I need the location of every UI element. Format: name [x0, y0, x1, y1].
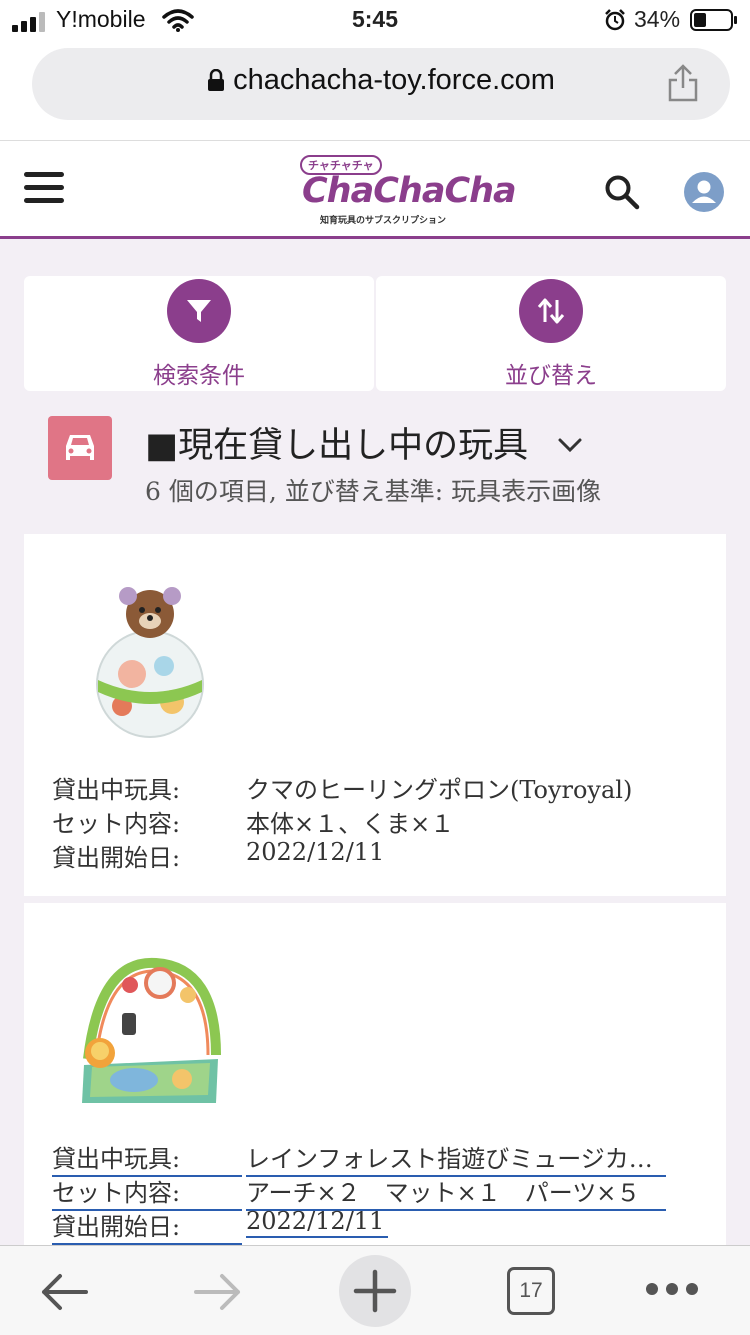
- set-contents-value: 本体×１、くま×１: [246, 810, 455, 838]
- plus-icon: [353, 1269, 397, 1313]
- list-item[interactable]: 貸出中玩具: クマのヒーリングポロン(Toyroyal) セット内容: 本体×１…: [24, 534, 726, 896]
- site-header: チャチャチャ ChaChaCha 知育玩具のサブスクリプション: [0, 141, 750, 239]
- field-set-row: セット内容: 本体×１、くま×１: [52, 804, 692, 838]
- tabs-button[interactable]: 17: [507, 1267, 555, 1315]
- search-icon[interactable]: [604, 174, 640, 210]
- forward-arrow-icon[interactable]: [192, 1272, 244, 1312]
- back-arrow-icon[interactable]: [38, 1272, 90, 1312]
- browser-url-bar: chachacha-toy.force.com: [0, 44, 750, 141]
- start-date-value: 2022/12/11: [246, 838, 385, 866]
- filter-icon: [187, 300, 211, 322]
- filter-button[interactable]: 検索条件: [24, 276, 374, 391]
- address-field[interactable]: chachacha-toy.force.com: [32, 48, 730, 120]
- field-label-set: セット内容:: [52, 810, 181, 838]
- status-bar: Y!mobile 5:45 34%: [0, 0, 750, 44]
- field-toy-row: 貸出中玩具: レインフォレスト指遊びミュージカ…: [52, 1139, 692, 1177]
- tab-count: 17: [519, 1279, 543, 1302]
- field-toy-row: 貸出中玩具: クマのヒーリングポロン(Toyroyal): [52, 770, 692, 804]
- sort-circle: [519, 279, 583, 343]
- site-logo[interactable]: チャチャチャ ChaChaCha 知育玩具のサブスクリプション: [300, 155, 517, 227]
- toy-name-value[interactable]: レインフォレスト指遊びミュージカ…: [246, 1139, 666, 1177]
- menu-icon[interactable]: [24, 172, 64, 204]
- main-content: 検索条件 並び替え ■現在貸し出し中の玩具 6 個の項目, 並び替え基準: 玩具…: [0, 239, 750, 1245]
- field-start-row: 貸出開始日: 2022/12/11: [52, 838, 692, 872]
- list-title-text: ■現在貸し出し中の玩具: [145, 426, 529, 466]
- field-label-toy: 貸出中玩具:: [52, 776, 181, 804]
- new-tab-button[interactable]: [339, 1255, 411, 1327]
- battery-percent: 34%: [634, 6, 681, 32]
- field-label-start[interactable]: 貸出開始日:: [52, 1207, 242, 1245]
- user-avatar-icon[interactable]: [684, 172, 724, 212]
- sort-label: 並び替え: [505, 363, 597, 389]
- field-label-toy[interactable]: 貸出中玩具:: [52, 1139, 242, 1177]
- filter-label: 検索条件: [153, 363, 245, 389]
- set-contents-value[interactable]: アーチ×２ マット×１ パーツ×５: [246, 1173, 666, 1211]
- url-text[interactable]: chachacha-toy.force.com: [32, 64, 730, 97]
- toy-name-value: クマのヒーリングポロン(Toyroyal): [246, 776, 633, 804]
- share-icon[interactable]: [666, 64, 700, 102]
- logo-subtitle: 知育玩具のサブスクリプション: [320, 216, 447, 226]
- toy-image-play-gym[interactable]: [78, 955, 224, 1107]
- list-item[interactable]: 貸出中玩具: レインフォレスト指遊びミュージカ… セット内容: アーチ×２ マッ…: [24, 903, 726, 1245]
- toy-image-bear-ball[interactable]: [92, 584, 208, 740]
- list-view-title[interactable]: ■現在貸し出し中の玩具: [145, 417, 583, 468]
- lock-icon: [208, 68, 225, 91]
- url-label: chachacha-toy.force.com: [233, 64, 555, 96]
- field-set-row: セット内容: アーチ×２ マット×１ パーツ×５: [52, 1173, 692, 1211]
- start-date-value[interactable]: 2022/12/11: [246, 1207, 388, 1238]
- alarm-icon: [605, 9, 625, 31]
- sort-icon: [537, 298, 565, 324]
- car-icon: [48, 416, 112, 480]
- field-start-row: 貸出開始日: 2022/12/11: [52, 1207, 692, 1245]
- filter-circle: [167, 279, 231, 343]
- more-options-icon[interactable]: [644, 1281, 700, 1297]
- chevron-down-icon[interactable]: [557, 437, 583, 455]
- battery-icon: [690, 9, 737, 31]
- browser-toolbar: 17: [0, 1245, 750, 1335]
- list-meta: 6 個の項目, 並び替え基準: 玩具表示画像: [145, 477, 602, 506]
- field-label-start: 貸出開始日:: [52, 844, 181, 872]
- logo-wordmark: ChaChaCha: [302, 171, 517, 211]
- field-label-set[interactable]: セット内容:: [52, 1173, 242, 1211]
- car-icon-glyph: [66, 435, 94, 460]
- sort-button[interactable]: 並び替え: [376, 276, 726, 391]
